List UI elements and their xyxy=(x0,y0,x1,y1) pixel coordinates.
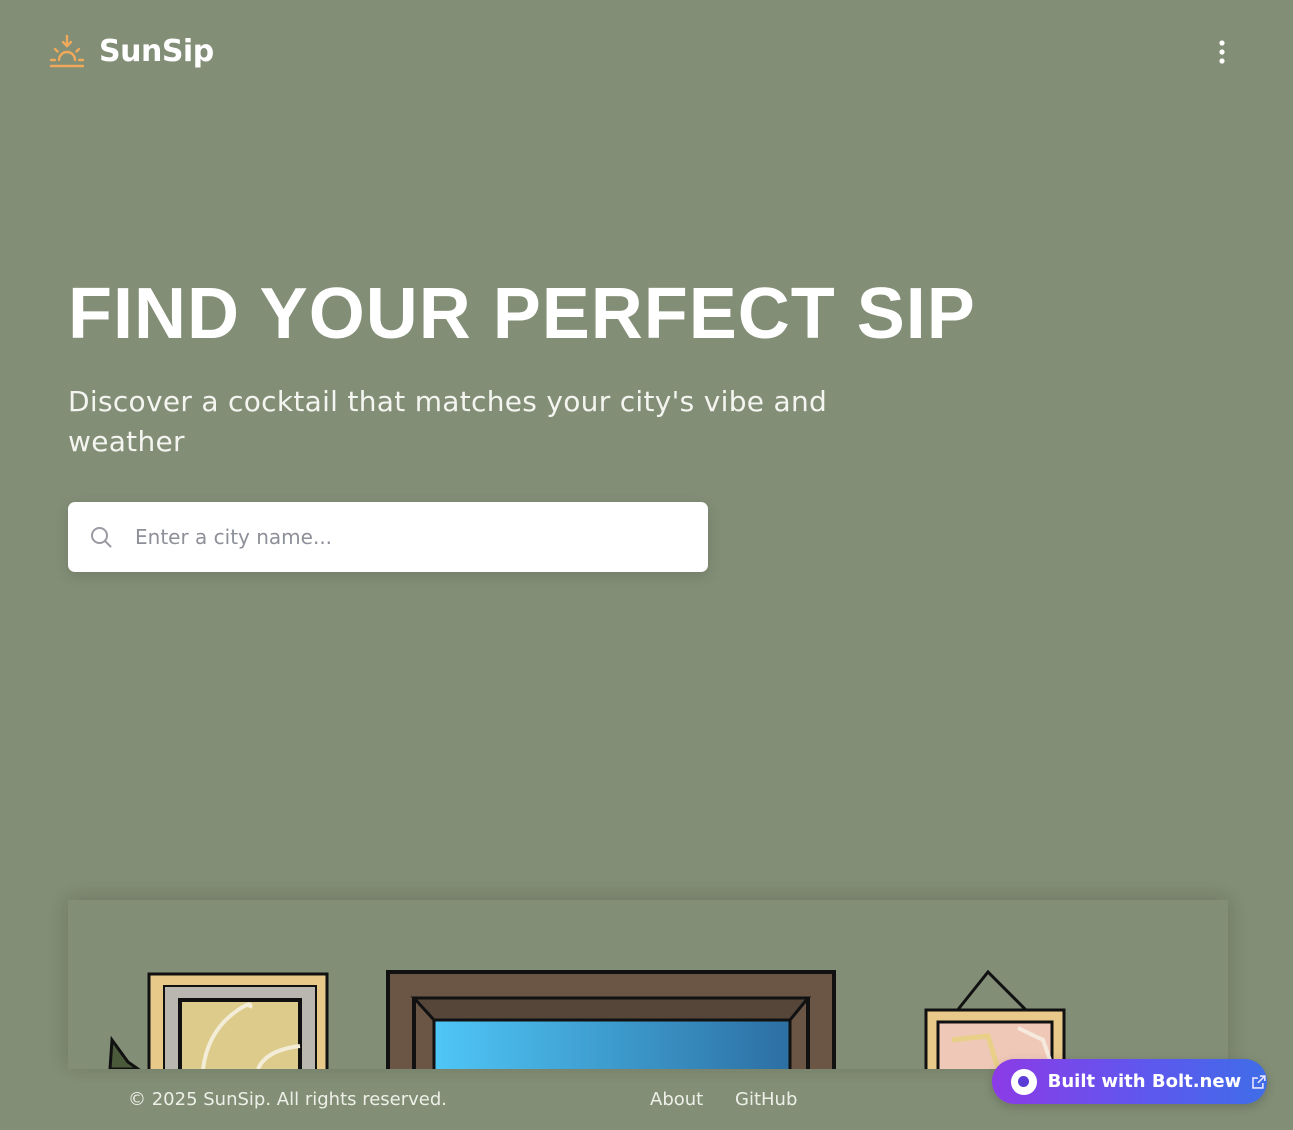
room-illustration xyxy=(68,900,1228,1069)
city-search-input[interactable] xyxy=(133,516,677,558)
footer-link-about[interactable]: About xyxy=(650,1089,703,1110)
room-illustration-art xyxy=(108,969,1066,1069)
bolt-logo-icon xyxy=(1011,1068,1037,1095)
right-frame xyxy=(924,969,1066,1069)
built-with-bolt-badge[interactable]: Built with Bolt.new xyxy=(992,1059,1267,1104)
badge-label: Built with Bolt.new xyxy=(1047,1071,1242,1092)
logo[interactable]: SunSip xyxy=(49,33,214,69)
hero-title: FIND YOUR PERFECT SIP xyxy=(68,274,976,354)
plant-leaf xyxy=(108,1035,141,1069)
more-menu-button[interactable] xyxy=(1208,36,1236,68)
left-frame xyxy=(147,972,329,1069)
footer-copyright: © 2025 SunSip. All rights reserved. xyxy=(128,1089,448,1110)
search-box[interactable] xyxy=(68,502,708,572)
hero-subtitle: Discover a cocktail that matches your ci… xyxy=(68,385,828,458)
window-frame xyxy=(386,970,836,1069)
footer-link-github[interactable]: GitHub xyxy=(735,1089,797,1110)
app-name: SunSip xyxy=(99,33,214,69)
search-icon xyxy=(91,527,112,548)
more-vertical-icon xyxy=(1219,40,1225,64)
sunrise-icon xyxy=(49,34,85,68)
external-link-icon xyxy=(1252,1074,1266,1089)
header: SunSip xyxy=(0,0,1293,105)
